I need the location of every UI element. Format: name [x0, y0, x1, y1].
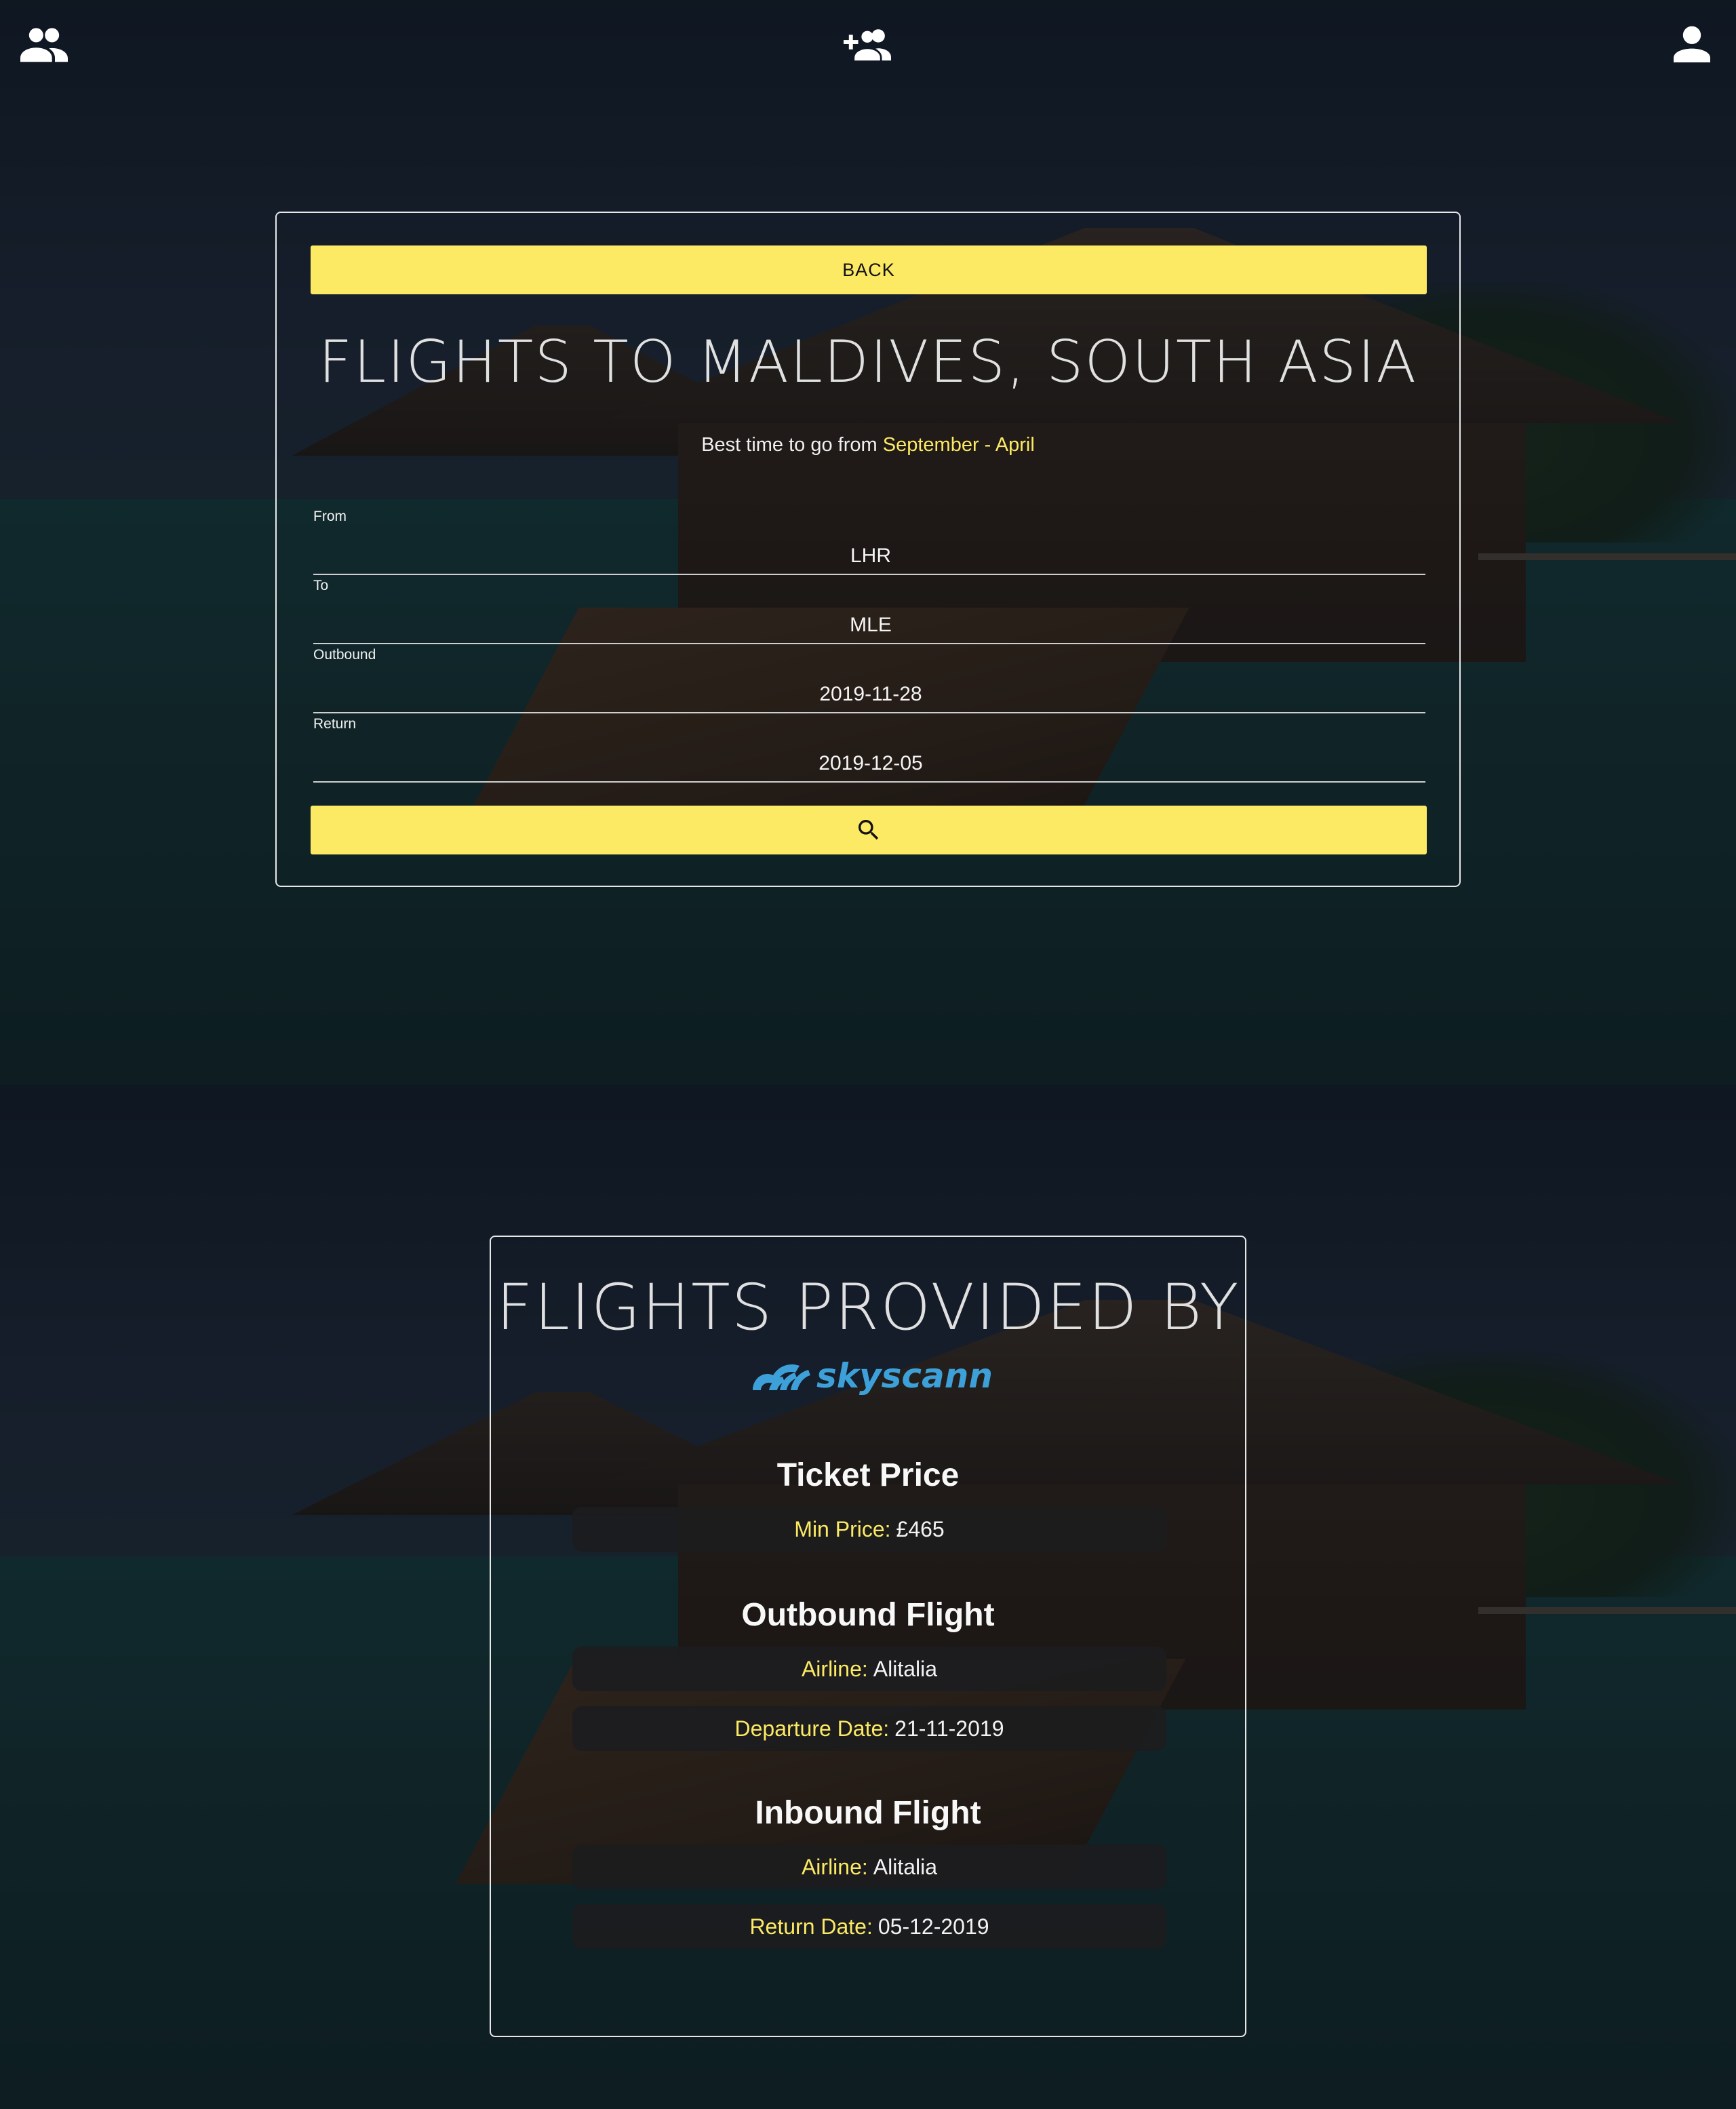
outbound-airline-value: Alitalia	[873, 1656, 938, 1681]
best-time-prefix: Best time to go from	[701, 434, 877, 456]
min-price-row: Min Price: £465	[572, 1507, 1166, 1552]
search-button[interactable]	[311, 806, 1427, 854]
return-date-label: Return Date:	[749, 1914, 873, 1939]
skyscanner-logo[interactable]: skyscanner	[749, 1345, 1035, 1400]
return-label: Return	[313, 716, 357, 732]
best-time-text: Best time to go from September - April	[277, 434, 1459, 456]
return-date-row: Return Date: 05-12-2019	[572, 1904, 1166, 1949]
to-label: To	[313, 578, 329, 593]
best-time-range: September - April	[882, 434, 1035, 456]
departure-date-row: Departure Date: 21-11-2019	[572, 1706, 1166, 1751]
inbound-airline-row: Airline: Alitalia	[572, 1845, 1166, 1889]
results-section: FLIGHTS PROVIDED BY skyscanner Ticket Pr…	[0, 1085, 1736, 2109]
to-field: To	[313, 578, 1428, 644]
min-price-value: £465	[896, 1516, 945, 1541]
return-date-value: 05-12-2019	[877, 1914, 989, 1939]
results-title: FLIGHTS PROVIDED BY	[496, 1271, 1240, 1345]
departure-date-value: 21-11-2019	[894, 1716, 1004, 1741]
outbound-field: Outbound	[313, 647, 1428, 713]
person-icon[interactable]	[1671, 26, 1713, 62]
search-icon	[855, 816, 882, 844]
add-group-icon[interactable]	[844, 26, 891, 62]
outbound-airline-label: Airline:	[801, 1656, 868, 1681]
outbound-airline-row: Airline: Alitalia	[572, 1647, 1166, 1691]
from-field: From	[313, 509, 1428, 575]
page-title: FLIGHTS TO MALDIVES, SOUTH ASIA	[318, 328, 1418, 396]
return-field: Return	[313, 716, 1428, 783]
from-input[interactable]	[313, 544, 1428, 568]
inbound-airline-value: Alitalia	[873, 1854, 938, 1879]
search-section: BACK FLIGHTS TO MALDIVES, SOUTH ASIA Bes…	[0, 0, 1736, 1085]
search-card: BACK FLIGHTS TO MALDIVES, SOUTH ASIA Bes…	[275, 212, 1461, 887]
outbound-label: Outbound	[313, 647, 376, 663]
skyscanner-logo-text: skyscanner	[816, 1356, 993, 1396]
back-button[interactable]: BACK	[311, 245, 1427, 294]
min-price-label: Min Price:	[794, 1516, 891, 1541]
results-card: FLIGHTS PROVIDED BY skyscanner Ticket Pr…	[490, 1236, 1246, 2037]
outbound-flight-heading: Outbound Flight	[741, 1597, 995, 1633]
ticket-price-heading: Ticket Price	[776, 1457, 960, 1493]
inbound-airline-label: Airline:	[801, 1854, 868, 1879]
outbound-date-input[interactable]	[313, 682, 1428, 707]
return-date-input[interactable]	[313, 751, 1428, 776]
inbound-flight-heading: Inbound Flight	[755, 1795, 981, 1831]
from-label: From	[313, 509, 347, 524]
to-input[interactable]	[313, 613, 1428, 637]
departure-date-label: Departure Date:	[734, 1716, 890, 1741]
group-icon[interactable]	[20, 26, 68, 62]
